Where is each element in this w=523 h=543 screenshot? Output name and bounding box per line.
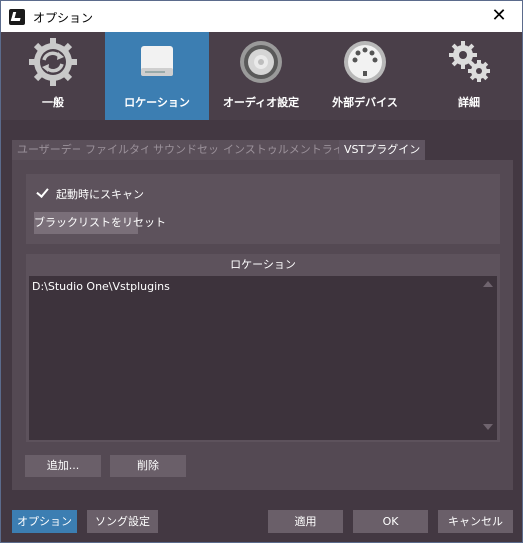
category-advanced[interactable]: 詳細 bbox=[417, 32, 521, 120]
locations-group: ロケーション D:\Studio One\Vstplugins bbox=[26, 254, 500, 442]
category-label: ロケーション bbox=[124, 96, 190, 109]
scan-on-startup-checkbox[interactable] bbox=[36, 186, 49, 199]
scan-settings-group: 起動時にスキャン ブラックリストをリセット bbox=[26, 174, 500, 244]
apply-button[interactable]: 適用 bbox=[268, 510, 343, 533]
scroll-down-arrow-icon[interactable] bbox=[483, 424, 493, 430]
reset-blacklist-button[interactable]: ブラックリストをリセット bbox=[34, 212, 166, 234]
locations-header: ロケーション bbox=[230, 258, 296, 271]
category-external-devices[interactable]: 外部デバイス bbox=[313, 32, 417, 120]
category-locations[interactable]: ロケーション bbox=[105, 32, 209, 120]
list-item[interactable]: D:\Studio One\Vstplugins bbox=[32, 280, 170, 293]
ok-button[interactable]: OK bbox=[353, 510, 428, 533]
options-window: オプション ✕ 一般 ロケーション オーディオ設定 外部デバイス 詳細 ユーザー… bbox=[0, 0, 523, 543]
category-label: 一般 bbox=[42, 96, 64, 109]
title-bar: オプション ✕ bbox=[1, 1, 522, 32]
cancel-button[interactable]: キャンセル bbox=[438, 510, 513, 533]
midi-connector-icon bbox=[344, 41, 386, 83]
options-button[interactable]: オプション bbox=[12, 510, 77, 533]
song-settings-button[interactable]: ソング設定 bbox=[87, 510, 158, 533]
sync-gear-icon bbox=[29, 38, 77, 86]
scan-on-startup-label: 起動時にスキャン bbox=[56, 188, 144, 201]
app-logo-icon bbox=[9, 9, 25, 25]
category-label: 詳細 bbox=[458, 96, 480, 109]
category-audio-setup[interactable]: オーディオ設定 bbox=[209, 32, 313, 120]
close-button[interactable]: ✕ bbox=[476, 1, 522, 32]
locations-list[interactable]: D:\Studio One\Vstplugins bbox=[29, 276, 497, 440]
speaker-icon bbox=[240, 41, 282, 83]
vst-plugins-panel: 起動時にスキャン ブラックリストをリセット ロケーション D:\Studio O… bbox=[12, 160, 513, 490]
category-label: 外部デバイス bbox=[332, 96, 398, 109]
add-location-button[interactable]: 追加... bbox=[25, 455, 101, 477]
gears-icon bbox=[449, 41, 490, 82]
category-bar: 一般 ロケーション オーディオ設定 外部デバイス 詳細 bbox=[1, 32, 522, 120]
tab-vst-plugins[interactable]: VSTプラグイン bbox=[339, 140, 426, 160]
category-general[interactable]: 一般 bbox=[1, 32, 105, 120]
category-label: オーディオ設定 bbox=[222, 96, 300, 109]
drive-icon bbox=[141, 46, 173, 76]
window-title: オプション bbox=[33, 11, 94, 25]
scroll-up-arrow-icon[interactable] bbox=[483, 281, 493, 287]
remove-location-button[interactable]: 削除 bbox=[110, 455, 186, 477]
